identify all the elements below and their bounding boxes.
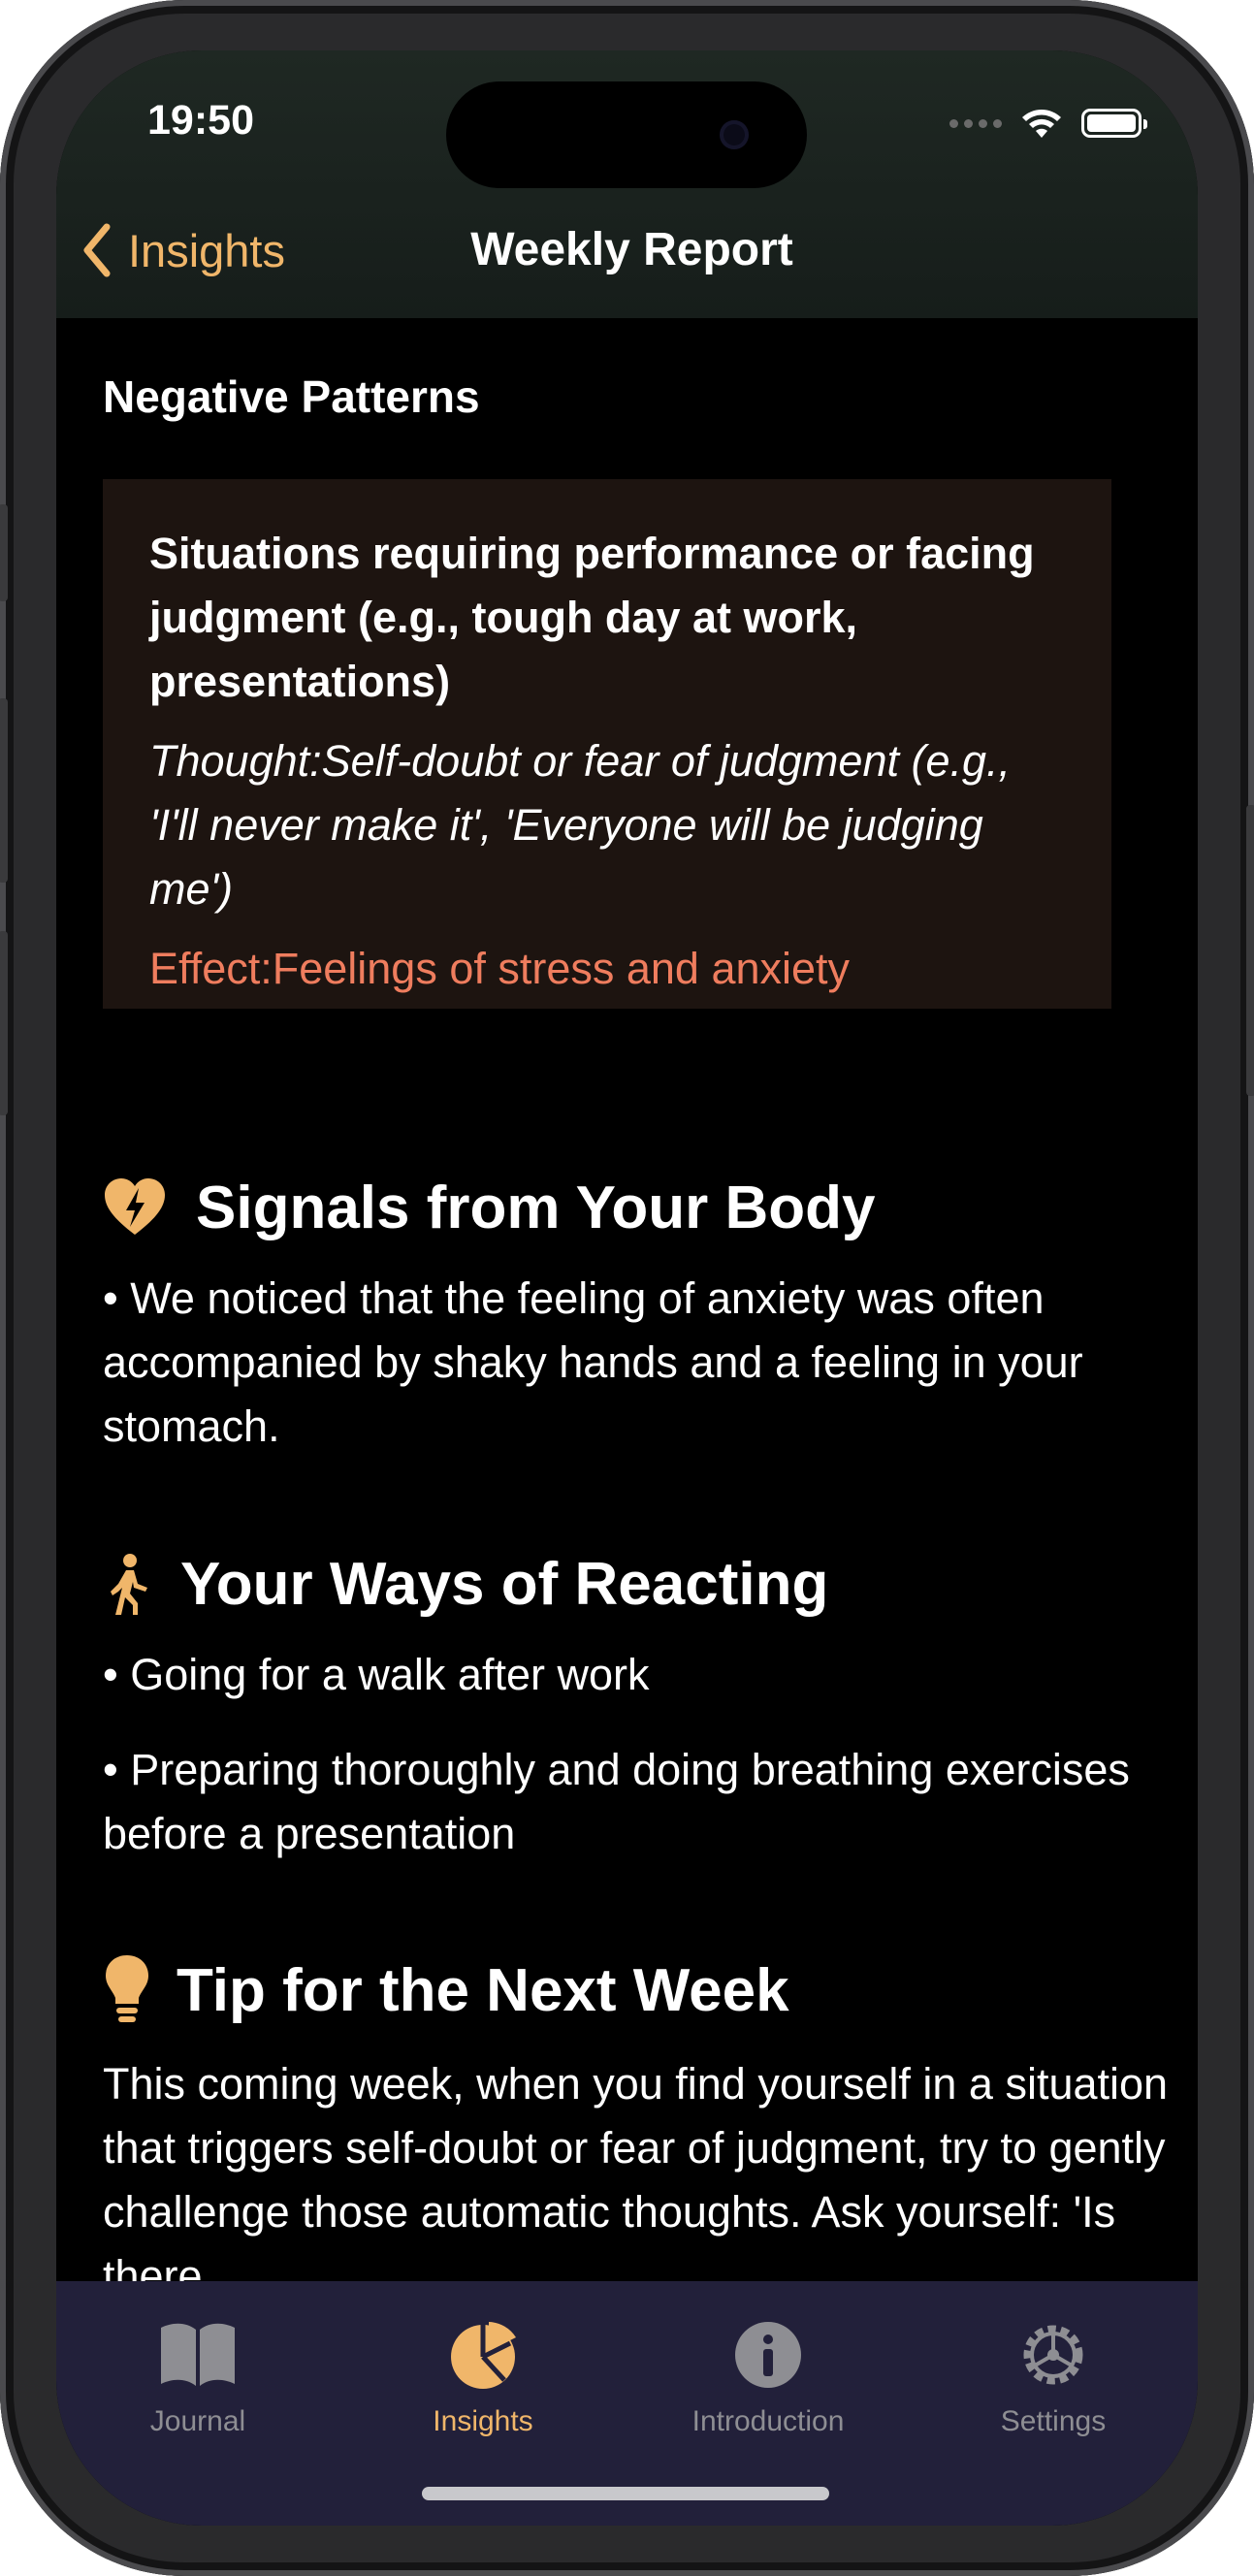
home-indicator[interactable] bbox=[422, 2487, 829, 2500]
tab-journal-label: Journal bbox=[149, 2405, 246, 2437]
pattern-thought: Thought:Self-doubt or fear of judgment (… bbox=[149, 736, 1012, 914]
tab-introduction-label: Introduction bbox=[691, 2405, 845, 2437]
negative-patterns-heading: Negative Patterns bbox=[103, 371, 480, 422]
power-button bbox=[1246, 805, 1254, 1096]
broken-heart-bolt-icon bbox=[105, 1177, 165, 1235]
walking-figure-icon bbox=[111, 1553, 147, 1615]
tab-insights-label: Insights bbox=[433, 2405, 533, 2437]
tip-heading: Tip for the Next Week bbox=[177, 1956, 789, 2024]
reactions-heading: Your Ways of Reacting bbox=[180, 1551, 829, 1618]
tab-insights[interactable]: Insights bbox=[347, 2320, 619, 2438]
reaction-item: • Preparing thoroughly and doing breathi… bbox=[103, 1745, 1130, 1858]
status-icons bbox=[949, 107, 1147, 140]
status-time: 19:50 bbox=[147, 97, 254, 144]
pattern-effect: Effect:Feelings of stress and anxiety bbox=[149, 944, 851, 993]
camera-icon bbox=[720, 120, 749, 149]
reaction-item: • Going for a walk after work bbox=[103, 1650, 650, 1699]
pattern-situation: Situations requiring performance or faci… bbox=[149, 529, 1035, 706]
mute-switch bbox=[0, 504, 8, 601]
tab-settings[interactable]: Settings bbox=[917, 2320, 1189, 2438]
tab-journal[interactable]: Journal bbox=[62, 2320, 334, 2438]
lightbulb-icon bbox=[106, 1955, 148, 2022]
body-signals-heading: Signals from Your Body bbox=[196, 1175, 876, 1241]
cellular-signal-icon bbox=[949, 118, 1002, 128]
battery-icon bbox=[1081, 109, 1147, 138]
volume-up-button bbox=[0, 698, 8, 883]
wifi-icon bbox=[1022, 110, 1061, 138]
screen: 19:50 Insights Weekly Report Negative Pa… bbox=[56, 50, 1198, 2526]
book-icon bbox=[161, 2323, 235, 2386]
tab-settings-label: Settings bbox=[1000, 2405, 1107, 2437]
tip-header: Tip for the Next Week bbox=[103, 1953, 789, 2027]
volume-down-button bbox=[0, 931, 8, 1115]
body-signals-header: Signals from Your Body bbox=[103, 1174, 875, 1242]
tab-introduction[interactable]: Introduction bbox=[632, 2320, 904, 2438]
negative-patterns-section: Negative Patterns bbox=[103, 370, 1131, 423]
pie-chart-icon bbox=[451, 2322, 516, 2389]
tip-text: This coming week, when you find yourself… bbox=[103, 2059, 1169, 2301]
gear-icon bbox=[1023, 2325, 1083, 2385]
dynamic-island bbox=[446, 81, 807, 188]
page-title: Weekly Report bbox=[470, 224, 793, 275]
reactions-header: Your Ways of Reacting bbox=[103, 1550, 828, 1619]
info-icon bbox=[735, 2322, 801, 2388]
phone-frame: 19:50 Insights Weekly Report Negative Pa… bbox=[0, 0, 1254, 2576]
body-signals-text: • We noticed that the feeling of anxiety… bbox=[103, 1273, 1083, 1451]
pattern-card: Situations requiring performance or faci… bbox=[103, 479, 1111, 1009]
